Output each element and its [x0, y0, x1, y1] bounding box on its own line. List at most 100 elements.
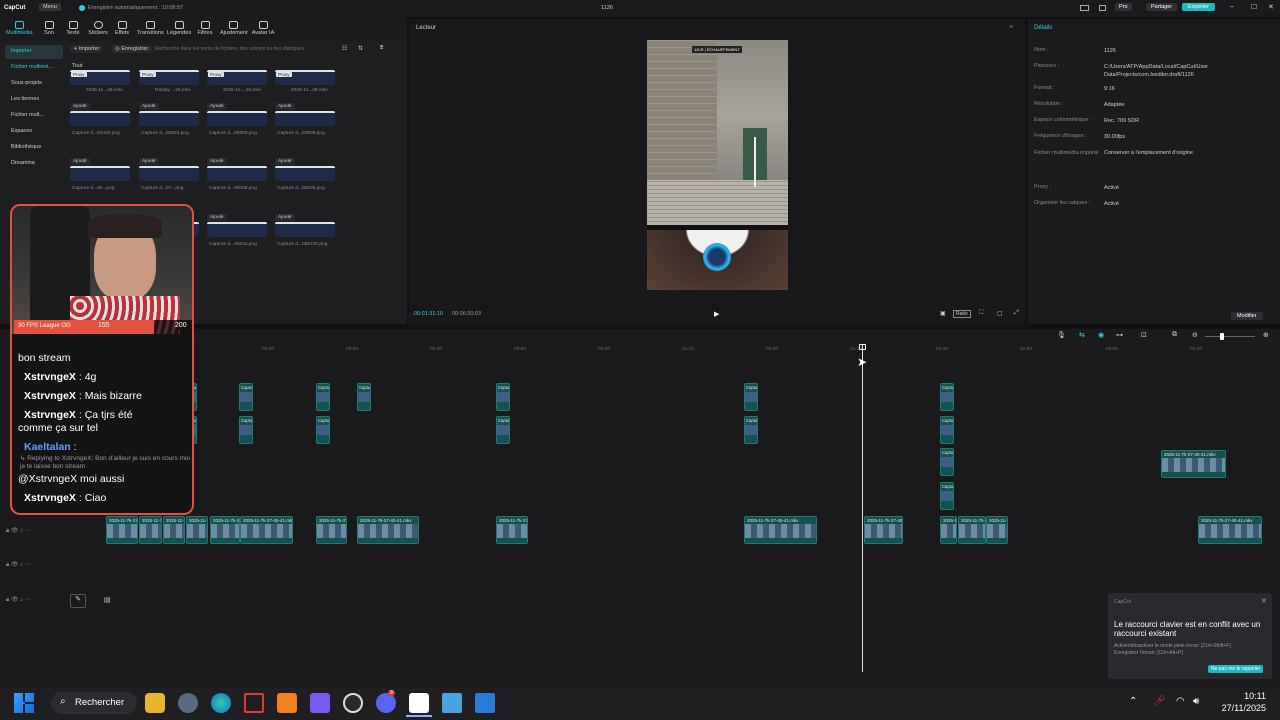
- video-clip[interactable]: 2025-11-7k-27-40-41.mkv: [744, 516, 817, 544]
- video-clip[interactable]: 2025-11-7k-27-40-41.mkv: [316, 516, 347, 544]
- filter-icon[interactable]: ⩩: [380, 45, 383, 52]
- media-thumbnail[interactable]: [275, 166, 335, 181]
- nav-yours[interactable]: Les tiennes: [5, 93, 63, 107]
- nav-library[interactable]: Bibliothèque: [5, 141, 63, 155]
- video-clip[interactable]: 2025-11-7k-27-40-41.mkv: [940, 516, 957, 544]
- discord-icon[interactable]: [376, 693, 396, 713]
- share-button[interactable]: Partager: [1146, 3, 1178, 11]
- nav-media-files-2[interactable]: Fichier mult...: [5, 109, 63, 123]
- video-clip[interactable]: 2025-11-7k-27-40-41.mkv: [496, 516, 528, 544]
- image-clip[interactable]: Captu: [316, 383, 330, 411]
- shortcut-icon[interactable]: [1099, 5, 1106, 11]
- notepad-icon[interactable]: [442, 693, 462, 713]
- snap-icon[interactable]: ⧉: [1172, 331, 1177, 339]
- media-thumbnail[interactable]: [207, 222, 267, 237]
- image-clip[interactable]: Captu: [357, 383, 371, 411]
- menu-button[interactable]: Menu: [39, 3, 61, 11]
- grid-view-icon[interactable]: ☷: [342, 45, 347, 52]
- file-explorer-icon[interactable]: [145, 693, 165, 713]
- image-clip[interactable]: Captu: [744, 383, 758, 411]
- nav-import[interactable]: Importer: [5, 45, 63, 59]
- cover-icon[interactable]: ▤: [104, 596, 111, 604]
- minimize-icon[interactable]: –: [1230, 3, 1234, 10]
- playhead-handle[interactable]: [859, 344, 866, 350]
- modify-button[interactable]: Modifier: [1231, 312, 1263, 320]
- tool-stickers[interactable]: Stickers: [85, 19, 111, 36]
- track2-controls-icon[interactable]: 🔒︎ 👁︎ ♪ ⋯: [6, 561, 31, 569]
- media-thumbnail[interactable]: [70, 166, 130, 181]
- media-thumbnail[interactable]: [207, 166, 267, 181]
- zoom-out-icon[interactable]: ⊖: [1192, 331, 1198, 339]
- track-lock-icon[interactable]: 🔒︎ 👁︎ ♪ ⋯: [6, 527, 31, 535]
- fullscreen-icon[interactable]: ⤢: [1014, 310, 1019, 317]
- media-player-icon[interactable]: [277, 693, 297, 713]
- media-thumbnail[interactable]: Proxy: [70, 70, 130, 85]
- media-thumbnail[interactable]: Proxy: [275, 70, 335, 85]
- media-thumbnail[interactable]: [275, 111, 335, 126]
- tool-effects[interactable]: Effets: [109, 19, 135, 36]
- zoom-fit-icon[interactable]: ▢: [997, 310, 1003, 317]
- image-clip[interactable]: Captu: [496, 416, 510, 444]
- image-clip[interactable]: Captu: [744, 416, 758, 444]
- volume-icon[interactable]: 🔊︎: [1193, 696, 1199, 707]
- nav-spaces[interactable]: Espaces: [5, 125, 63, 139]
- zoom-in-icon[interactable]: ⊕: [1263, 331, 1269, 339]
- close-icon[interactable]: ✕: [1268, 3, 1274, 11]
- obs-icon[interactable]: [343, 693, 363, 713]
- video-clip[interactable]: 2025-11-7k-27-40-41.mkv: [958, 516, 986, 544]
- overlay-clip[interactable]: 2025-11-7k-27-40-41.mkv: [1161, 450, 1226, 478]
- import-button[interactable]: ● Importer: [70, 45, 104, 53]
- ratio-button[interactable]: Ratio: [953, 310, 971, 318]
- tool-media[interactable]: Multimédia: [6, 19, 33, 36]
- layout-icon[interactable]: [1080, 5, 1089, 11]
- pro-button[interactable]: Pro: [1115, 3, 1132, 11]
- media-search-input[interactable]: Recherche dans les noms de fichiers, des…: [155, 46, 327, 52]
- video-clip[interactable]: 2025-11-7k-27-40-41.mkv: [864, 516, 903, 544]
- image-clip[interactable]: Captu: [316, 416, 330, 444]
- taskbar-search[interactable]: ⌕ Rechercher: [51, 692, 137, 714]
- image-clip[interactable]: Captu: [239, 383, 253, 411]
- tool-filters[interactable]: Filtres: [192, 19, 218, 36]
- zoom-slider[interactable]: [1205, 336, 1255, 337]
- image-clip[interactable]: Captu: [496, 383, 510, 411]
- edge-icon[interactable]: [211, 693, 231, 713]
- toast-dismiss-button[interactable]: Ne pas me le rappeler: [1208, 665, 1264, 673]
- split-icon[interactable]: ⊶: [1116, 331, 1123, 339]
- video-clip[interactable]: 2025-11-7k-27-40-41.mkv: [240, 516, 293, 544]
- track3-controls-icon[interactable]: 🔒︎ 👁︎ ♪ ⋯: [6, 596, 31, 604]
- link-icon[interactable]: ⇆: [1079, 331, 1085, 339]
- video-clip[interactable]: 2025-11-7k-27-40-41.mkv: [210, 516, 240, 544]
- crop-icon[interactable]: ⛶: [979, 310, 983, 317]
- tool-captions[interactable]: Légendes: [166, 19, 192, 36]
- adobe-icon[interactable]: [244, 693, 264, 713]
- image-clip[interactable]: Captu: [239, 416, 253, 444]
- edit-track-icon[interactable]: ✎: [70, 594, 86, 608]
- player-menu-icon[interactable]: ≡: [1009, 24, 1013, 31]
- app-icon[interactable]: [310, 693, 330, 713]
- media-thumbnail[interactable]: Proxy: [139, 70, 199, 85]
- tool-audio[interactable]: Son: [36, 19, 62, 36]
- preview-icon[interactable]: ⊡: [1141, 331, 1147, 339]
- mic-icon[interactable]: 🎙: [1057, 331, 1066, 339]
- maximize-icon[interactable]: ☐: [1251, 3, 1257, 11]
- sort-icon[interactable]: ⇅: [358, 45, 363, 52]
- playhead[interactable]: [862, 345, 863, 672]
- mic-tray-icon[interactable]: 🎤︎: [1153, 696, 1166, 707]
- video-clip[interactable]: 2025-11-7k-27-40-41.mkv: [357, 516, 419, 544]
- image-clip[interactable]: Captu: [940, 416, 954, 444]
- whiteboard-icon[interactable]: [475, 693, 495, 713]
- video-clip[interactable]: 2025-11-7k-27-40-41.mkv: [186, 516, 208, 544]
- magnet-icon[interactable]: ◉: [1098, 331, 1104, 339]
- image-clip[interactable]: Captu: [940, 482, 954, 510]
- media-thumbnail[interactable]: [139, 166, 199, 181]
- video-clip[interactable]: 2025-11-7k-27-40-41.mkv: [1198, 516, 1262, 544]
- video-clip[interactable]: 2025-11-7k-27-40-41.mkv: [986, 516, 1008, 544]
- media-thumbnail[interactable]: [275, 222, 335, 237]
- wifi-icon[interactable]: ◠: [1176, 696, 1185, 707]
- media-thumbnail[interactable]: [70, 111, 130, 126]
- nav-media-files[interactable]: Fichier multimé...: [5, 61, 63, 75]
- tool-text[interactable]: Texte: [60, 19, 86, 36]
- play-icon[interactable]: ▶: [714, 310, 719, 318]
- toast-close-icon[interactable]: ✕: [1261, 597, 1267, 605]
- settings-icon[interactable]: [178, 693, 198, 713]
